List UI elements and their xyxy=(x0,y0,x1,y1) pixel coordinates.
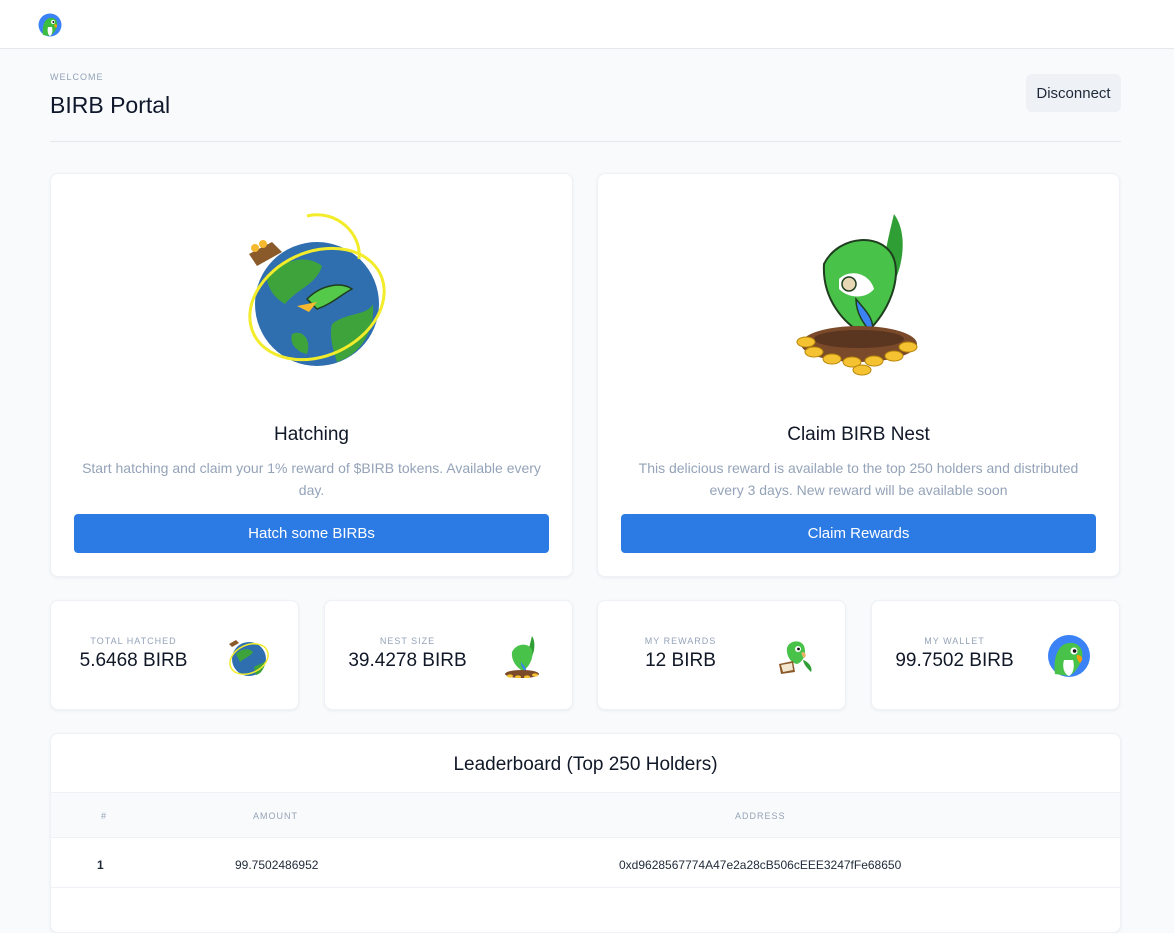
disconnect-button[interactable]: Disconnect xyxy=(1026,74,1121,112)
welcome-eyebrow: WELCOME xyxy=(50,72,104,82)
claim-nest-title: Claim BIRB Nest xyxy=(787,424,930,445)
top-bar xyxy=(0,0,1174,49)
stat-text: MY REWARDS 12 BIRB xyxy=(598,636,763,672)
claim-rewards-button[interactable]: Claim Rewards xyxy=(621,514,1096,553)
leaderboard-title: Leaderboard (Top 250 Holders) xyxy=(453,754,718,775)
leaderboard-card: Leaderboard (Top 250 Holders) # AMOUNT A… xyxy=(50,733,1121,933)
parrot-nest-icon xyxy=(796,214,917,376)
stat-value: 12 BIRB xyxy=(645,650,716,671)
parrot-reader-icon xyxy=(779,641,812,674)
stat-text: NEST SIZE 39.4278 BIRB xyxy=(325,636,490,672)
row-address[interactable]: 0xd9628567774A47e2a28cB506cEEE3247fFe686… xyxy=(619,858,901,872)
claim-nest-description: This delicious reward is available to th… xyxy=(638,460,1079,498)
stat-label: MY WALLET xyxy=(924,636,985,646)
column-header-address: ADDRESS xyxy=(735,811,786,821)
table-row: 1 99.7502486952 0xd9628567774A47e2a28cB5… xyxy=(51,838,1120,888)
claim-nest-card: Claim BIRB Nest This delicious reward is… xyxy=(597,173,1120,577)
hatching-card: Hatching Start hatching and claim your 1… xyxy=(50,173,573,577)
hatch-button[interactable]: Hatch some BIRBs xyxy=(74,514,549,553)
stat-value: 5.6468 BIRB xyxy=(79,650,188,671)
column-header-amount: AMOUNT xyxy=(253,811,298,821)
globe-parrot-icon xyxy=(247,213,386,366)
stat-my-rewards: MY REWARDS 12 BIRB xyxy=(597,600,846,710)
page-title: BIRB Portal xyxy=(50,92,171,118)
stat-text: TOTAL HATCHED 5.6468 BIRB xyxy=(51,636,216,672)
table-header: # AMOUNT ADDRESS xyxy=(51,792,1120,838)
row-rank: 1 xyxy=(97,858,104,872)
stat-nest-size: NEST SIZE 39.4278 BIRB xyxy=(324,600,573,710)
stat-total-hatched: TOTAL HATCHED 5.6468 BIRB xyxy=(50,600,299,710)
hatching-description: Start hatching and claim your 1% reward … xyxy=(82,460,541,498)
row-amount: 99.7502486952 xyxy=(235,858,319,872)
parrot-logo-icon[interactable] xyxy=(38,13,62,37)
globe-parrot-icon xyxy=(229,640,269,676)
stat-label: MY REWARDS xyxy=(644,636,717,646)
stat-text: MY WALLET 99.7502 BIRB xyxy=(872,636,1037,672)
stat-label: TOTAL HATCHED xyxy=(90,636,177,646)
parrot-nest-icon xyxy=(505,636,539,678)
page-header: WELCOME BIRB Portal Disconnect xyxy=(50,60,1121,142)
stat-my-wallet: MY WALLET 99.7502 BIRB xyxy=(871,600,1120,710)
stat-value: 39.4278 BIRB xyxy=(348,650,467,671)
parrot-avatar-icon xyxy=(1048,635,1090,677)
stat-value: 99.7502 BIRB xyxy=(895,650,1014,671)
column-header-rank: # xyxy=(101,811,108,821)
hatching-title: Hatching xyxy=(274,424,349,445)
stat-label: NEST SIZE xyxy=(379,636,436,646)
